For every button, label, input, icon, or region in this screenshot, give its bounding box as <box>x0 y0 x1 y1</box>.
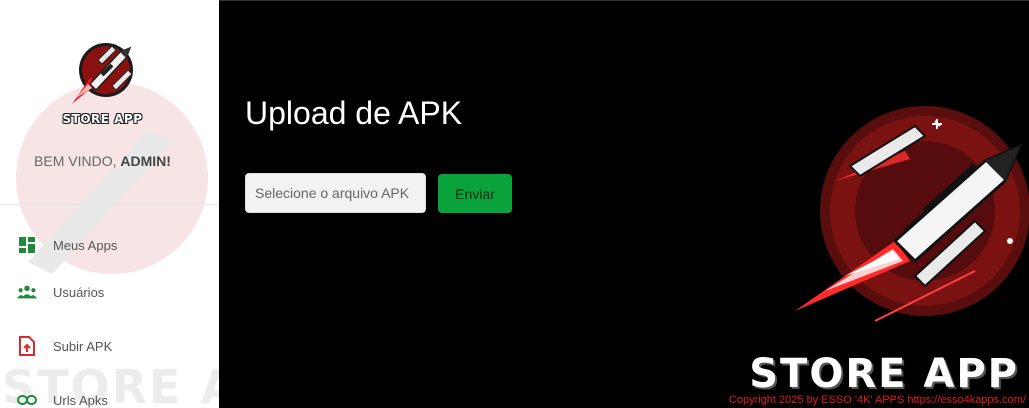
sidebar-item-label: Subir APK <box>53 338 113 354</box>
page-title: Upload de APK <box>245 95 463 131</box>
sidebar-divider <box>0 204 219 205</box>
sidebar-item-label: Meus Apps <box>53 237 118 253</box>
welcome-prefix: BEM VINDO, <box>34 153 121 169</box>
apk-file-input[interactable]: Selecione o arquivo APK <box>245 173 426 213</box>
sidebar-item-urls-apks[interactable]: Urls Apks <box>0 373 219 408</box>
sidebar-item-subir-apk[interactable]: Subir APK <box>0 319 219 373</box>
rocket-illustration-icon <box>795 106 1029 322</box>
sidebar-item-usuarios[interactable]: Usuários <box>0 265 219 319</box>
logo-text: STORE APP <box>62 112 143 126</box>
logo <box>62 38 142 118</box>
sidebar: STORE APP STORE APP BEM VINDO, ADMIN! Me… <box>0 0 219 408</box>
sidebar-item-label: Urls Apks <box>53 392 108 408</box>
link-icon <box>17 390 37 408</box>
file-upload-icon <box>17 336 37 356</box>
send-button[interactable]: Enviar <box>438 174 512 213</box>
sidebar-item-label: Usuários <box>53 284 105 300</box>
main-content: Upload de APK Selecione o arquivo APK En… <box>219 0 1029 408</box>
brand-text: STORE APP <box>749 351 1019 397</box>
welcome-username: ADMIN! <box>120 153 171 169</box>
sidebar-nav: Meus Apps Usuários Subir APK Urls Apks <box>0 225 219 408</box>
rocket-logo-icon <box>72 43 133 104</box>
welcome-message: BEM VINDO, ADMIN! <box>0 153 205 169</box>
copyright-text[interactable]: Copyright 2025 by ESSO '4K' APPS https:/… <box>729 394 1026 406</box>
sidebar-item-meus-apps[interactable]: Meus Apps <box>0 225 219 265</box>
users-icon <box>17 282 37 302</box>
dashboard-icon <box>17 235 37 255</box>
